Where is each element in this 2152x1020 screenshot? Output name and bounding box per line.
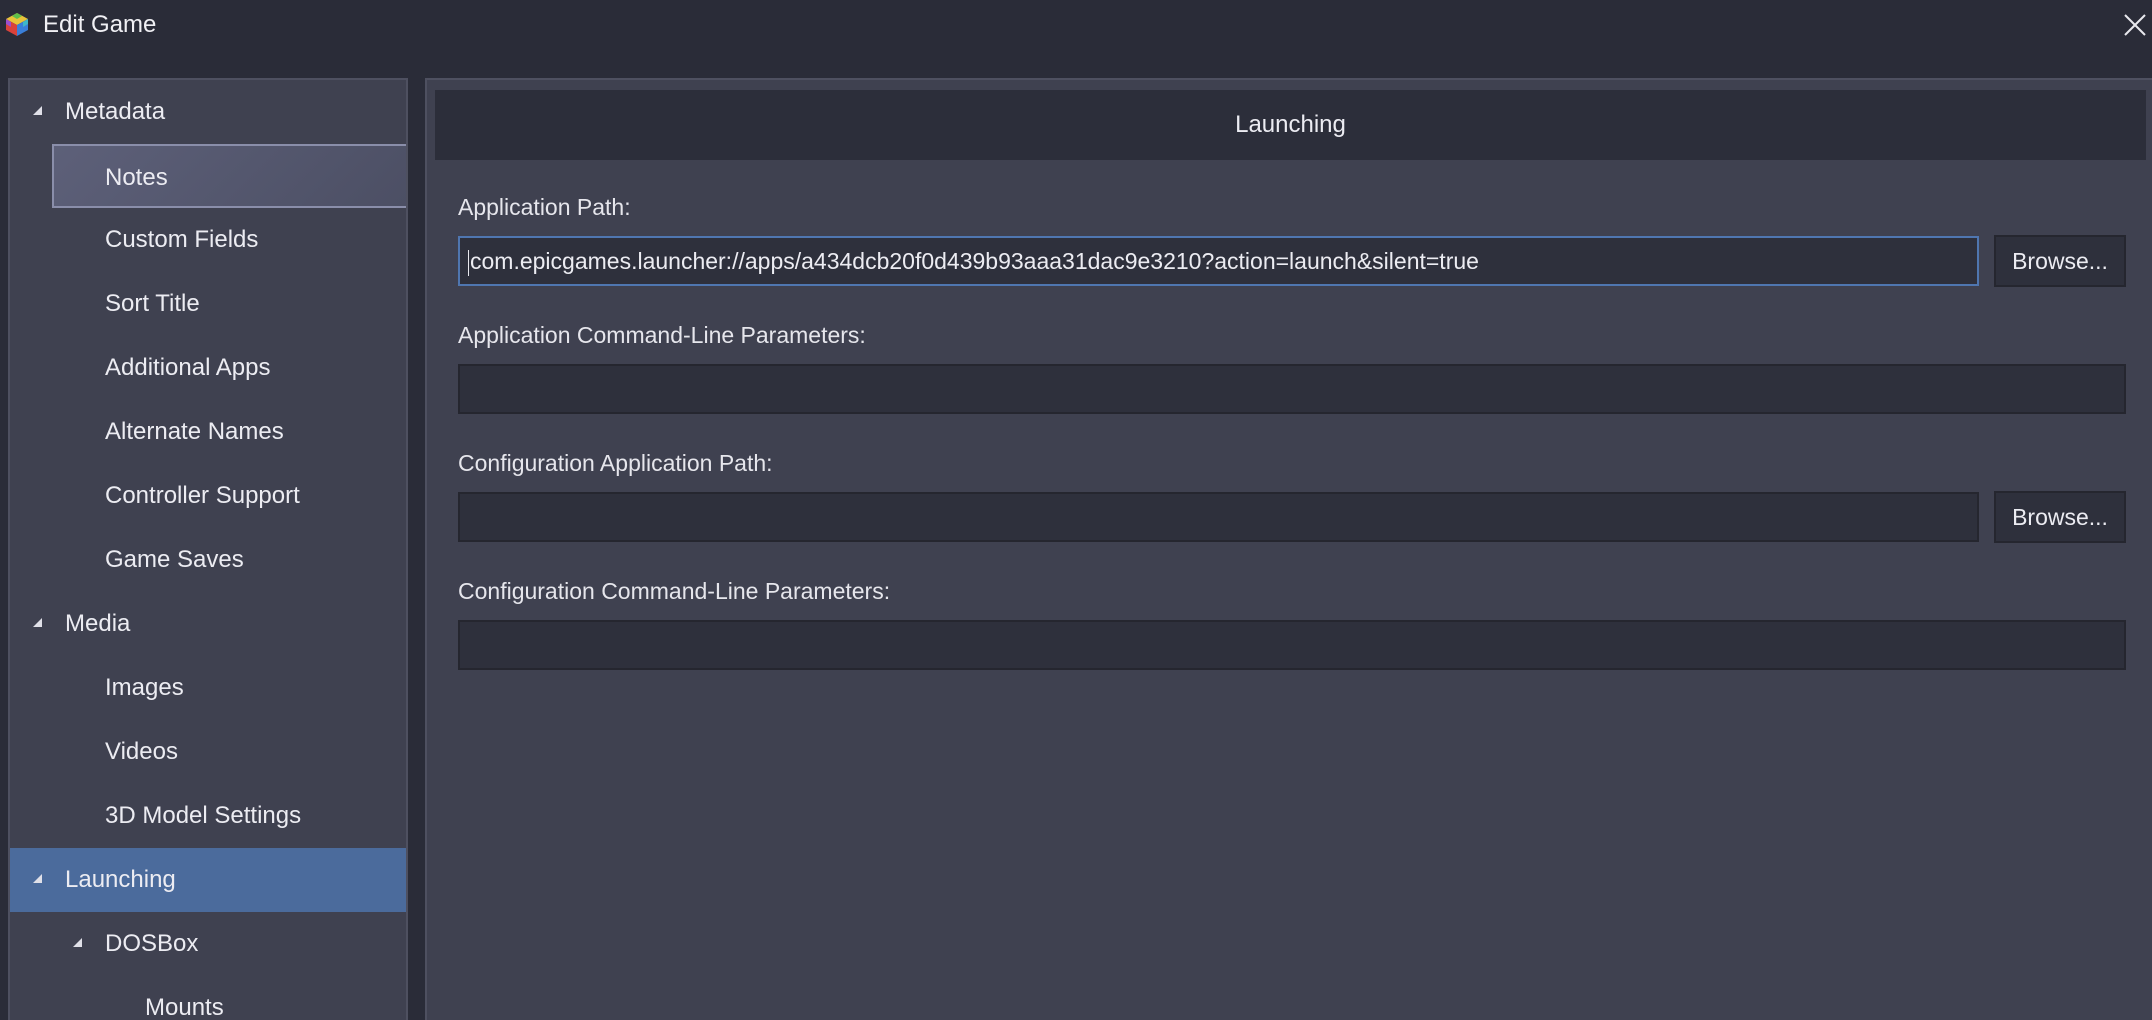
tree-item-label: Metadata	[65, 98, 166, 125]
tree-item-media[interactable]: Media	[10, 592, 406, 656]
tree-item-label: Game Saves	[105, 546, 244, 573]
tree-item-3d-model-settings[interactable]: 3D Model Settings	[10, 784, 406, 848]
tree-item-label: DOSBox	[105, 930, 199, 957]
text-caret	[468, 249, 469, 276]
tree-item-dosbox[interactable]: DOSBox	[10, 912, 406, 976]
expanded-arrow-icon[interactable]	[30, 80, 50, 144]
launchbox-cube-icon	[6, 13, 28, 36]
tree-item-metadata[interactable]: Metadata	[10, 80, 406, 144]
tree-item-videos[interactable]: Videos	[10, 720, 406, 784]
configuration-path-browse-button[interactable]: Browse...	[1994, 491, 2126, 543]
tree-item-label: Alternate Names	[105, 418, 284, 445]
window-title: Edit Game	[43, 11, 157, 38]
tree-item-label: Notes	[105, 164, 168, 191]
tree-item-alternate-names[interactable]: Alternate Names	[10, 400, 406, 464]
title-bar: Edit Game	[0, 0, 2152, 52]
configuration-parameters-label: Configuration Command-Line Parameters:	[458, 578, 891, 604]
application-parameters-label: Application Command-Line Parameters:	[458, 322, 866, 348]
application-path-input[interactable]: com.epicgames.launcher://apps/a434dcb20f…	[458, 236, 1979, 286]
launching-panel: Launching Application Path: com.epicgame…	[425, 78, 2152, 1020]
application-path-browse-button[interactable]: Browse...	[1994, 235, 2126, 287]
tree-item-label: Mounts	[145, 994, 224, 1020]
configuration-path-label: Configuration Application Path:	[458, 450, 773, 476]
tree-item-label: Sort Title	[105, 290, 200, 317]
tree-item-controller-support[interactable]: Controller Support	[10, 464, 406, 528]
tree-item-additional-apps[interactable]: Additional Apps	[10, 336, 406, 400]
tree-item-label: Media	[65, 610, 131, 637]
tree-item-label: Images	[105, 674, 184, 701]
expanded-arrow-icon[interactable]	[30, 592, 50, 656]
section-title: Launching	[435, 90, 2146, 160]
section-navigation-tree: Metadata Notes Custom Fields Sort Title …	[8, 78, 408, 1020]
tree-item-label: Videos	[105, 738, 178, 765]
tree-item-images[interactable]: Images	[10, 656, 406, 720]
tree-item-mounts[interactable]: Mounts	[10, 976, 406, 1020]
close-icon[interactable]	[2118, 8, 2152, 42]
tree-item-label: Custom Fields	[105, 226, 259, 253]
application-path-value: com.epicgames.launcher://apps/a434dcb20f…	[470, 248, 1479, 274]
tree-item-notes[interactable]: Notes	[52, 144, 406, 208]
tree-item-label: Launching	[65, 866, 176, 893]
configuration-parameters-input[interactable]	[458, 620, 2126, 670]
tree-item-launching[interactable]: Launching	[10, 848, 406, 912]
tree-item-label: Controller Support	[105, 482, 300, 509]
application-path-label: Application Path:	[458, 194, 631, 220]
application-parameters-input[interactable]	[458, 364, 2126, 414]
tree-item-game-saves[interactable]: Game Saves	[10, 528, 406, 592]
expanded-arrow-icon[interactable]	[70, 912, 90, 976]
tree-item-sort-title[interactable]: Sort Title	[10, 272, 406, 336]
tree-item-label: Additional Apps	[105, 354, 271, 381]
expanded-arrow-icon[interactable]	[30, 848, 50, 912]
configuration-path-input[interactable]	[458, 492, 1979, 542]
tree-item-custom-fields[interactable]: Custom Fields	[10, 208, 406, 272]
tree-item-label: 3D Model Settings	[105, 802, 302, 829]
